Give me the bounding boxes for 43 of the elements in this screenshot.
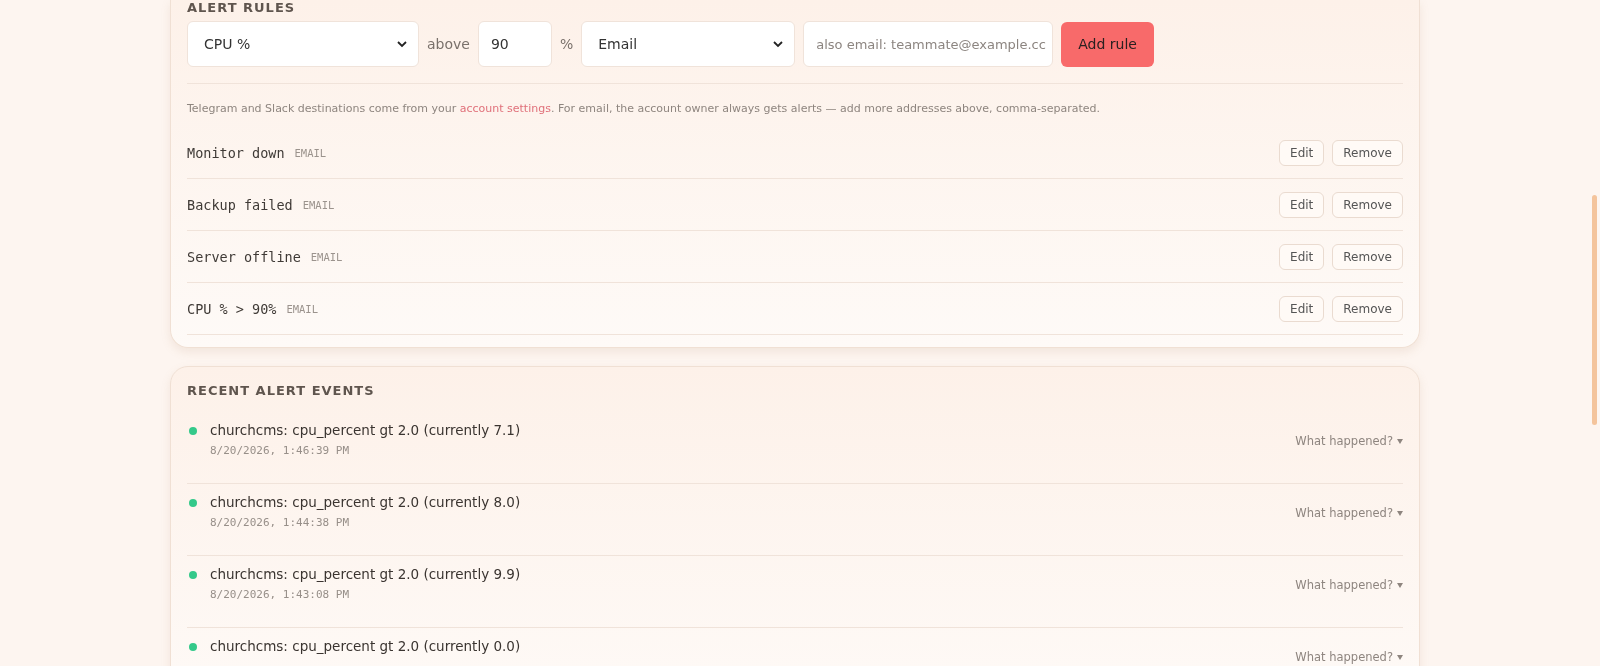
- caret-icon: [1397, 438, 1403, 444]
- remove-button[interactable]: Remove: [1332, 191, 1403, 218]
- edit-button[interactable]: Edit: [1279, 243, 1325, 270]
- caret-icon: [1397, 654, 1403, 660]
- edit-button[interactable]: Edit: [1279, 191, 1325, 218]
- channel-select[interactable]: Email: [581, 21, 796, 67]
- rule-name: CPU % > 90%: [187, 300, 277, 317]
- chevron-down-icon: [772, 38, 785, 50]
- above-label: above: [427, 36, 470, 52]
- destinations-note: Telegram and Slack destinations come from your account settings. For email, the account owner always gets alerts — add more addresses above, comma-separated.: [187, 101, 1102, 117]
- remove-button[interactable]: Remove: [1332, 295, 1403, 322]
- metric-select[interactable]: CPU %: [187, 21, 419, 67]
- rule-channel: EMAIL: [294, 146, 327, 159]
- email-field[interactable]: also email: teammate@example.cc: [803, 21, 1054, 67]
- event-time: 8/20/2026, 1:43:08 PM: [210, 588, 351, 601]
- edit-button[interactable]: Edit: [1279, 295, 1325, 322]
- event-message: churchcms: cpu_percent gt 2.0 (currently 8.0): [210, 494, 521, 510]
- rule-channel: EMAIL: [310, 250, 343, 263]
- rule-channel: EMAIL: [286, 302, 318, 315]
- event-message: churchcms: cpu_percent gt 2.0 (currently 0.0): [210, 638, 521, 654]
- rule-name: Server offline: [187, 248, 301, 265]
- details-toggle[interactable]: What happened?: [1295, 650, 1403, 664]
- event-time: 8/20/2026, 1:46:39 PM: [210, 444, 351, 457]
- rule-channel: EMAIL: [302, 198, 335, 211]
- event-message: churchcms: cpu_percent gt 2.0 (currently 7.1): [210, 422, 521, 438]
- percent-label: %: [559, 36, 574, 52]
- rule-name: Monitor down: [187, 144, 285, 161]
- add-rule-button[interactable]: Add rule: [1061, 21, 1154, 67]
- details-toggle[interactable]: What happened?: [1295, 578, 1403, 592]
- section-title: RECENT ALERT EVENTS: [187, 383, 376, 398]
- caret-icon: [1397, 582, 1403, 588]
- chevron-down-icon: [396, 38, 408, 50]
- event-message: churchcms: cpu_percent gt 2.0 (currently 9.9): [210, 566, 521, 582]
- caret-icon: [1397, 510, 1403, 516]
- rule-name: Backup failed: [187, 196, 293, 213]
- edit-button[interactable]: Edit: [1279, 139, 1325, 166]
- scrollbar-thumb[interactable]: [1592, 195, 1597, 425]
- details-toggle[interactable]: What happened?: [1295, 506, 1403, 520]
- section-title: ALERT RULES: [187, 0, 297, 15]
- remove-button[interactable]: Remove: [1332, 243, 1403, 270]
- threshold-field[interactable]: 90: [477, 21, 552, 67]
- event-time: 8/20/2026, 1:44:38 PM: [210, 516, 351, 529]
- remove-button[interactable]: Remove: [1332, 139, 1403, 166]
